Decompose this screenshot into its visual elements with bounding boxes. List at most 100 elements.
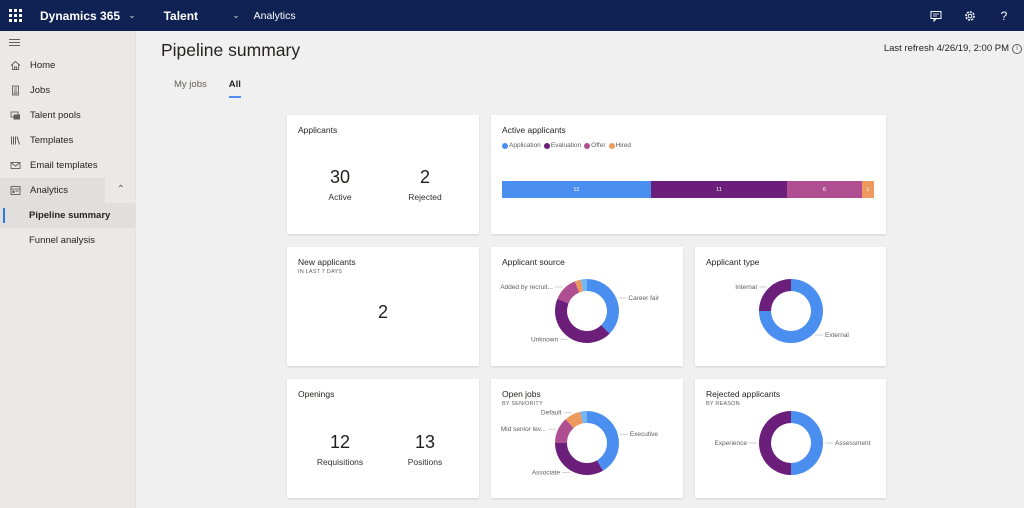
talent-pools-icon bbox=[9, 110, 21, 122]
sidebar-item-email-templates[interactable]: Email templates bbox=[0, 153, 135, 178]
kpi-value: 13 bbox=[414, 432, 436, 452]
slice-label: Added by recruit... bbox=[500, 284, 553, 291]
kpi-new-applicants: 2 bbox=[343, 302, 423, 323]
slice-label: Default bbox=[541, 410, 562, 417]
applicant-type-donut: External Internal bbox=[735, 279, 849, 343]
analytics-icon bbox=[9, 185, 21, 197]
home-icon bbox=[9, 60, 21, 72]
sidebar-item-templates[interactable]: Templates bbox=[0, 128, 135, 153]
donut-slice[interactable] bbox=[555, 298, 610, 343]
jobs-icon bbox=[9, 85, 21, 97]
bar-segment-evaluation[interactable]: 11 bbox=[650, 181, 788, 198]
tab-all[interactable]: All bbox=[228, 79, 242, 98]
donut-slice[interactable] bbox=[555, 443, 603, 475]
top-bar: Dynamics 365 ⌄ Talent ⌄ Analytics ? bbox=[0, 0, 1024, 31]
kpi-active: 30 Active bbox=[300, 167, 380, 202]
applicants-card[interactable]: Applicants 30 Active 2 Rejected bbox=[287, 115, 479, 234]
active-applicants-card[interactable]: Active applicants Application Evaluation… bbox=[491, 115, 886, 234]
legend-item[interactable]: Hired bbox=[608, 142, 631, 149]
legend-item[interactable]: Offer bbox=[584, 142, 606, 149]
tab-bar: My jobs All bbox=[174, 79, 242, 98]
app-name[interactable]: Dynamics 365 bbox=[40, 9, 120, 23]
templates-icon bbox=[9, 135, 21, 147]
slice-label: Career fair bbox=[628, 295, 660, 302]
sidebar-item-label: Email templates bbox=[30, 160, 98, 171]
chevron-down-icon[interactable]: ⌄ bbox=[232, 10, 240, 21]
breadcrumb[interactable]: Analytics bbox=[254, 10, 296, 22]
slice-label: Internal bbox=[735, 284, 757, 291]
sidebar-item-talent-pools[interactable]: Talent pools bbox=[0, 103, 135, 128]
donut-slice[interactable] bbox=[587, 411, 619, 471]
kpi-label: Active bbox=[328, 192, 352, 202]
sidebar: Home Jobs Talent pools Templates Email t… bbox=[0, 31, 136, 508]
donut-slice[interactable] bbox=[557, 281, 580, 304]
help-icon[interactable]: ? bbox=[996, 8, 1012, 24]
chart-legend: Application Evaluation Offer Hired bbox=[502, 142, 631, 149]
sidebar-item-label: Pipeline summary bbox=[29, 210, 111, 221]
feedback-icon[interactable] bbox=[928, 8, 944, 24]
kpi-value: 2 bbox=[377, 302, 388, 322]
legend-item[interactable]: Application bbox=[502, 142, 541, 149]
slice-label: Experience bbox=[714, 440, 747, 447]
kpi-positions: 13 Positions bbox=[385, 432, 465, 467]
legend-label: Offer bbox=[591, 142, 606, 149]
slice-label: Assessment bbox=[835, 440, 871, 447]
legend-label: Evaluation bbox=[550, 142, 582, 149]
open-jobs-card[interactable]: Open jobs BY SENIORITY Executive Associat… bbox=[491, 379, 683, 498]
applicant-type-card[interactable]: Applicant type External Internal bbox=[695, 247, 886, 366]
donut-slice[interactable] bbox=[759, 279, 791, 311]
sidebar-item-label: Templates bbox=[30, 135, 74, 146]
slice-label: Unknown bbox=[531, 336, 558, 343]
tab-my-jobs[interactable]: My jobs bbox=[174, 79, 207, 98]
slice-label: Mid senior lev... bbox=[501, 426, 546, 433]
email-icon bbox=[9, 160, 21, 172]
new-applicants-card[interactable]: New applicants IN LAST 7 DAYS 2 bbox=[287, 247, 479, 366]
card-title: Openings bbox=[298, 389, 335, 399]
donut-slice[interactable] bbox=[587, 279, 619, 334]
sidebar-item-pipeline-summary[interactable]: Pipeline summary bbox=[0, 203, 135, 228]
bar-segment-hired[interactable]: 1 bbox=[861, 181, 874, 198]
kpi-rejected: 2 Rejected bbox=[385, 167, 465, 202]
legend-dot bbox=[502, 142, 508, 149]
slice-label: External bbox=[825, 332, 849, 339]
rejected-applicants-card[interactable]: Rejected applicants BY REASON Assessment… bbox=[695, 379, 886, 498]
settings-icon[interactable] bbox=[962, 8, 978, 24]
applicant-source-card[interactable]: Applicant source Career fair Unknown Added… bbox=[491, 247, 683, 366]
sidebar-item-label: Analytics bbox=[30, 185, 69, 196]
sidebar-item-label: Talent pools bbox=[30, 110, 81, 121]
chevron-down-icon[interactable]: ⌄ bbox=[128, 10, 136, 21]
collapse-nav-button[interactable] bbox=[0, 31, 135, 53]
slice-label: Executive bbox=[630, 431, 659, 438]
donut-slice[interactable] bbox=[759, 411, 791, 475]
bar-segment-application[interactable]: 12 bbox=[502, 181, 651, 198]
sidebar-item-label: Funnel analysis bbox=[29, 235, 96, 246]
legend-label: Application bbox=[509, 142, 541, 149]
sidebar-item-home[interactable]: Home bbox=[0, 53, 135, 78]
sidebar-item-analytics[interactable]: Analytics ⌃ bbox=[0, 178, 135, 203]
kpi-label: Positions bbox=[407, 457, 443, 467]
legend-item[interactable]: Evaluation bbox=[543, 142, 582, 149]
openings-card[interactable]: Openings 12 Requisitions 13 Positions bbox=[287, 379, 479, 498]
info-icon[interactable]: i bbox=[1012, 43, 1022, 54]
rejected-applicants-donut: Assessment Experience bbox=[714, 411, 871, 475]
legend-dot bbox=[543, 142, 550, 149]
legend-dot bbox=[608, 142, 615, 149]
sidebar-item-funnel-analysis[interactable]: Funnel analysis bbox=[0, 228, 135, 253]
chevron-up-icon[interactable]: ⌃ bbox=[117, 184, 125, 195]
slice-label: Associate bbox=[532, 469, 561, 476]
sidebar-item-jobs[interactable]: Jobs bbox=[0, 78, 135, 103]
card-title: Applicants bbox=[298, 125, 338, 135]
module-name[interactable]: Talent bbox=[164, 9, 198, 23]
sidebar-item-label: Home bbox=[30, 60, 56, 71]
open-jobs-donut: Executive Associate Mid senior lev... Defau… bbox=[501, 410, 659, 477]
card-title: New applicants bbox=[298, 257, 356, 267]
waffle-icon bbox=[8, 9, 22, 22]
app-launcher-button[interactable] bbox=[0, 0, 30, 31]
donut-slice[interactable] bbox=[791, 411, 823, 475]
bar-segment-offer[interactable]: 6 bbox=[787, 181, 862, 198]
card-title: Active applicants bbox=[502, 125, 566, 135]
kpi-requisitions: 12 Requisitions bbox=[300, 432, 380, 467]
kpi-value: 2 bbox=[419, 167, 430, 187]
stacked-bar: 12 11 6 1 bbox=[502, 181, 874, 198]
kpi-value: 30 bbox=[329, 167, 351, 187]
